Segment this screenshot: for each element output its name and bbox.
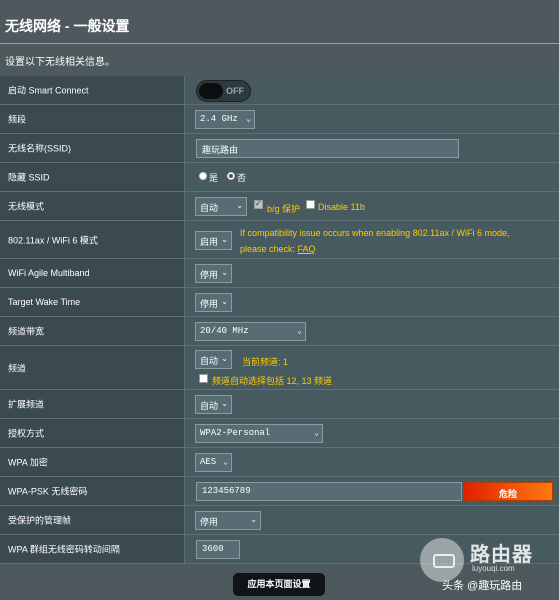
row-ax-mode: 802.11ax / WiFi 6 模式 启用 ⌄ If compatibilit… — [0, 221, 559, 259]
ssid-input[interactable]: 趣玩路由 — [196, 139, 459, 158]
chevron-down-icon: ⌄ — [221, 297, 228, 306]
pmf-select[interactable]: 停用 ⌄ — [195, 511, 261, 530]
chevron-down-icon: ⌄ — [221, 399, 228, 408]
row-hide-ssid: 隐藏 SSID 是 否 — [0, 163, 559, 192]
chevron-down-icon: ⌄ — [246, 115, 251, 124]
watermark-url: luyouqi.com — [472, 564, 515, 573]
label-pmf: 受保护的管理帧 — [8, 515, 72, 526]
page-header: 无线网络 - 一般设置 设置以下无线相关信息。 — [0, 0, 559, 68]
auth-method-select[interactable]: WPA2-Personal ⌄ — [195, 424, 323, 443]
disable-11b-label: Disable 11b — [318, 202, 365, 212]
row-channel: 频道 自动 ⌄ 当前频道: 1 频道自动选择包括 12, 13 频道 — [0, 346, 559, 390]
chevron-down-icon: ⌄ — [297, 327, 302, 336]
label-extension-channel: 扩展频道 — [8, 399, 45, 410]
page-title: 无线网络 - 一般设置 — [5, 18, 130, 34]
channel-select[interactable]: 自动 ⌄ — [195, 350, 232, 369]
label-gtk-interval: WPA 群组无线密码转动间隔 — [8, 544, 120, 555]
wpa-encryption-select[interactable]: AES ⌄ — [195, 453, 232, 472]
watermark-author: 头条 @趣玩路由 — [442, 580, 523, 592]
label-bandwidth: 频道带宽 — [8, 326, 45, 337]
row-extension-channel: 扩展频道 自动 ⌄ — [0, 390, 559, 419]
label-band: 频段 — [8, 114, 27, 125]
ax-mode-select[interactable]: 启用 ⌄ — [195, 231, 232, 250]
auth-method-value: WPA2-Personal — [200, 428, 271, 438]
row-bandwidth: 频道带宽 20/40 MHz ⌄ — [0, 317, 559, 346]
router-logo-icon — [420, 538, 464, 582]
chevron-down-icon: ⌄ — [221, 235, 228, 244]
wpa-encryption-value: AES — [200, 457, 217, 467]
smart-connect-toggle[interactable]: OFF — [196, 80, 251, 102]
label-auth-method: 授权方式 — [8, 428, 45, 439]
agile-multiband-select[interactable]: 停用 ⌄ — [195, 264, 232, 283]
bandwidth-value: 20/40 MHz — [200, 326, 249, 336]
apply-button[interactable]: 应用本页面设置 — [233, 573, 325, 596]
row-band: 频段 2.4 GHz ⌄ — [0, 105, 559, 134]
row-wpa-psk: WPA-PSK 无线密码 123456789 危险 — [0, 477, 559, 506]
current-channel-text: 当前频道: 1 — [242, 357, 289, 367]
ax-mode-note-prefix: please check: — [240, 244, 298, 254]
band-select-value: 2.4 GHz — [200, 114, 238, 124]
gtk-interval-input[interactable]: 3600 — [196, 540, 240, 559]
ax-mode-note-line1: If compatibility issue occurs when enabl… — [240, 228, 510, 238]
password-strength-meter: 危险 — [463, 482, 553, 501]
label-wireless-mode: 无线模式 — [8, 201, 45, 212]
row-ssid: 无线名称(SSID) 趣玩路由 — [0, 134, 559, 163]
pmf-value: 停用 — [200, 517, 219, 527]
row-wpa-encryption: WPA 加密 AES ⌄ — [0, 448, 559, 477]
chevron-down-icon: ⌄ — [236, 201, 243, 210]
label-agile-multiband: WiFi Agile Multiband — [8, 268, 90, 278]
hide-ssid-no-label: 否 — [237, 173, 247, 183]
label-hide-ssid: 隐藏 SSID — [8, 172, 50, 183]
faq-link[interactable]: FAQ — [298, 244, 316, 254]
header-divider — [0, 43, 559, 44]
wireless-mode-select[interactable]: 自动 ⌄ — [195, 197, 247, 216]
password-strength-text: 危险 — [498, 489, 517, 499]
label-smart-connect: 启动 Smart Connect — [8, 85, 89, 96]
chevron-down-icon: ⌄ — [221, 268, 228, 277]
row-target-wake-time: Target Wake Time 停用 ⌄ — [0, 288, 559, 317]
target-wake-time-select[interactable]: 停用 ⌄ — [195, 293, 232, 312]
hide-ssid-yes-radio[interactable] — [199, 172, 207, 180]
label-wpa-encryption: WPA 加密 — [8, 457, 48, 468]
row-agile-multiband: WiFi Agile Multiband 停用 ⌄ — [0, 259, 559, 288]
label-ax-mode: 802.11ax / WiFi 6 模式 — [8, 235, 98, 245]
chevron-down-icon: ⌄ — [223, 458, 228, 467]
disable-11b-checkbox[interactable] — [306, 200, 315, 209]
bg-protect-checkbox[interactable] — [254, 199, 263, 209]
hide-ssid-yes-label: 是 — [209, 173, 219, 183]
wpa-psk-input[interactable]: 123456789 — [196, 482, 462, 501]
band-select[interactable]: 2.4 GHz ⌄ — [195, 110, 255, 129]
toggle-state-text: OFF — [226, 86, 244, 96]
label-channel: 频道 — [8, 363, 27, 373]
channel-value: 自动 — [200, 356, 219, 366]
chevron-down-icon: ⌄ — [314, 429, 319, 438]
watermark: 路由器 luyouqi.com 头条 @趣玩路由 — [420, 538, 559, 600]
hide-ssid-no-radio[interactable] — [227, 172, 235, 180]
ax-mode-note-line2: please check: FAQ — [240, 244, 316, 254]
extension-channel-value: 自动 — [200, 401, 219, 411]
label-ssid: 无线名称(SSID) — [8, 143, 72, 154]
toggle-knob — [199, 83, 223, 99]
bg-protect-label: b/g 保护 — [267, 204, 301, 214]
bandwidth-select[interactable]: 20/40 MHz ⌄ — [195, 322, 306, 341]
agile-multiband-value: 停用 — [200, 270, 219, 280]
wireless-mode-value: 自动 — [200, 203, 219, 213]
page-subtitle: 设置以下无线相关信息。 — [5, 57, 115, 68]
chevron-down-icon: ⌄ — [250, 515, 257, 524]
extension-channel-select[interactable]: 自动 ⌄ — [195, 395, 232, 414]
auto-channel-label: 频道自动选择包括 12, 13 频道 — [212, 376, 333, 386]
row-wireless-mode: 无线模式 自动 ⌄ b/g 保护 Disable 11b — [0, 192, 559, 221]
target-wake-time-value: 停用 — [200, 299, 219, 309]
row-pmf: 受保护的管理帧 停用 ⌄ — [0, 506, 559, 535]
auto-channel-checkbox[interactable] — [199, 374, 208, 383]
label-wpa-psk: WPA-PSK 无线密码 — [8, 486, 88, 497]
row-smart-connect: 启动 Smart Connect OFF — [0, 76, 559, 105]
label-target-wake-time: Target Wake Time — [8, 297, 81, 307]
row-auth-method: 授权方式 WPA2-Personal ⌄ — [0, 419, 559, 448]
ax-mode-value: 启用 — [200, 237, 219, 247]
watermark-brand: 路由器 — [470, 544, 533, 566]
chevron-down-icon: ⌄ — [221, 354, 228, 363]
